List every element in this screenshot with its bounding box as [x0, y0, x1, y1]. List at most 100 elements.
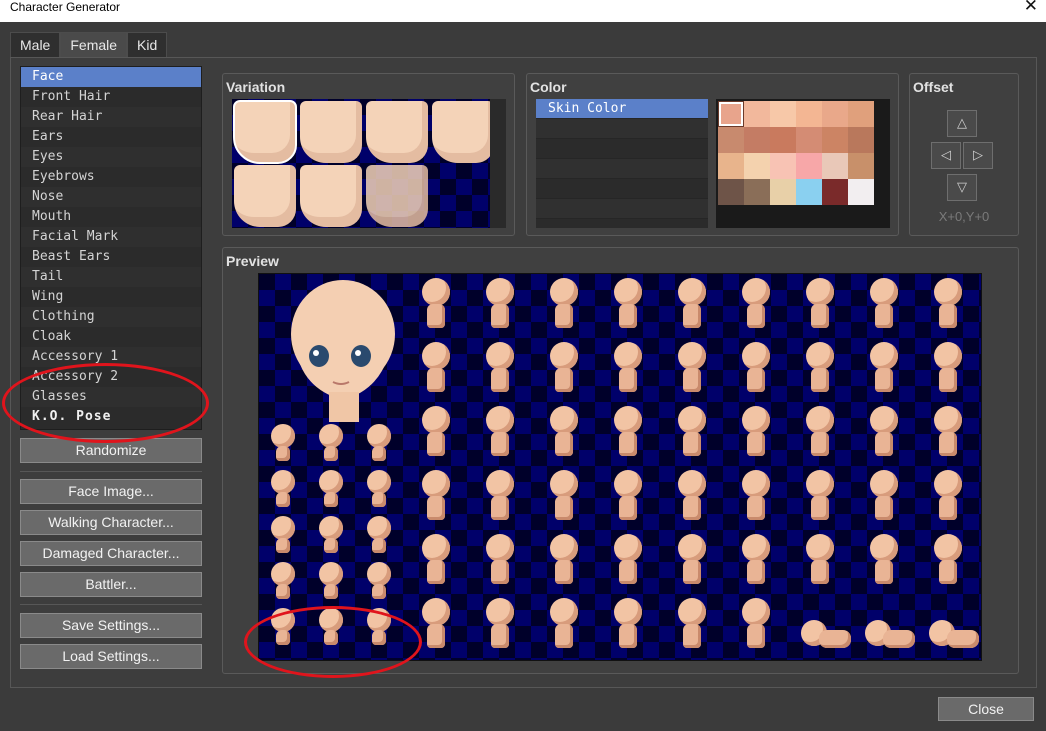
- character-sprite: [419, 598, 453, 652]
- variation-option[interactable]: [366, 165, 428, 227]
- character-sprite: [803, 342, 837, 396]
- offset-readout: X+0,Y+0: [938, 209, 990, 224]
- offset-down-icon[interactable]: ▽: [947, 174, 977, 201]
- color-swatch[interactable]: [848, 153, 874, 179]
- close-window-icon[interactable]: ✕: [1024, 0, 1038, 15]
- face-portrait: [291, 280, 395, 422]
- character-sprite: [795, 618, 853, 652]
- variation-option[interactable]: [366, 101, 428, 163]
- character-sprite: [675, 598, 709, 652]
- character-sprite: [923, 618, 981, 652]
- variation-scrollbar[interactable]: [490, 99, 506, 228]
- character-sprite: [931, 342, 965, 396]
- damaged-character-button[interactable]: Damaged Character...: [20, 541, 202, 566]
- color-swatch[interactable]: [744, 101, 770, 127]
- parts-item-eyes[interactable]: Eyes: [21, 147, 201, 167]
- parts-item-mouth[interactable]: Mouth: [21, 207, 201, 227]
- color-swatch[interactable]: [770, 101, 796, 127]
- tab-kid[interactable]: Kid: [127, 32, 168, 57]
- face-image-button[interactable]: Face Image...: [20, 479, 202, 504]
- color-part-list[interactable]: Skin Color: [536, 99, 708, 228]
- character-sprite: [675, 406, 709, 460]
- character-sprite: [419, 342, 453, 396]
- color-swatch[interactable]: [744, 179, 770, 205]
- close-button[interactable]: Close: [938, 697, 1034, 721]
- character-sprite: [317, 562, 345, 602]
- parts-item-clothing[interactable]: Clothing: [21, 307, 201, 327]
- character-sprite: [675, 470, 709, 524]
- offset-right-icon[interactable]: ▷: [963, 142, 993, 169]
- color-swatch[interactable]: [822, 153, 848, 179]
- character-sprite: [483, 470, 517, 524]
- parts-item-beast-ears[interactable]: Beast Ears: [21, 247, 201, 267]
- character-sprite: [483, 406, 517, 460]
- parts-item-nose[interactable]: Nose: [21, 187, 201, 207]
- color-swatch[interactable]: [770, 179, 796, 205]
- list-item: [536, 119, 708, 139]
- color-swatch[interactable]: [744, 153, 770, 179]
- list-item: [536, 179, 708, 199]
- character-sprite: [739, 278, 773, 332]
- color-swatch[interactable]: [822, 127, 848, 153]
- character-sprite: [739, 342, 773, 396]
- tab-female[interactable]: Female: [60, 32, 128, 57]
- parts-item-facial-mark[interactable]: Facial Mark: [21, 227, 201, 247]
- variation-option[interactable]: [300, 101, 362, 163]
- color-swatch[interactable]: [848, 179, 874, 205]
- variation-option[interactable]: [432, 101, 494, 163]
- list-item: [536, 139, 708, 159]
- variation-option[interactable]: [233, 100, 297, 164]
- character-sprite: [739, 470, 773, 524]
- window-title: Character Generator: [10, 0, 121, 14]
- parts-item-cloak[interactable]: Cloak: [21, 327, 201, 347]
- color-swatch[interactable]: [796, 179, 822, 205]
- character-sprite: [269, 516, 297, 556]
- save-settings-button[interactable]: Save Settings...: [20, 613, 202, 638]
- color-swatch[interactable]: [770, 153, 796, 179]
- parts-item-ears[interactable]: Ears: [21, 127, 201, 147]
- load-settings-button[interactable]: Load Settings...: [20, 644, 202, 669]
- parts-item-wing[interactable]: Wing: [21, 287, 201, 307]
- character-sprite: [931, 534, 965, 588]
- color-swatch[interactable]: [822, 179, 848, 205]
- walking-character-button[interactable]: Walking Character...: [20, 510, 202, 535]
- color-swatch[interactable]: [848, 127, 874, 153]
- color-swatch[interactable]: [848, 101, 874, 127]
- battler-button[interactable]: Battler...: [20, 572, 202, 597]
- character-sprite: [931, 406, 965, 460]
- variation-panel: Variation: [222, 73, 515, 236]
- parts-item-eyebrows[interactable]: Eyebrows: [21, 167, 201, 187]
- gender-tabs: Male Female Kid: [10, 32, 168, 57]
- parts-item-rear-hair[interactable]: Rear Hair: [21, 107, 201, 127]
- character-sprite: [867, 470, 901, 524]
- offset-left-icon[interactable]: ◁: [931, 142, 961, 169]
- variation-option[interactable]: [300, 165, 362, 227]
- tab-male[interactable]: Male: [10, 32, 61, 57]
- color-swatch[interactable]: [718, 101, 744, 127]
- color-swatch[interactable]: [770, 127, 796, 153]
- character-sprite: [483, 342, 517, 396]
- color-swatch[interactable]: [822, 101, 848, 127]
- color-swatch[interactable]: [718, 179, 744, 205]
- character-sprite: [547, 406, 581, 460]
- preview-canvas: [258, 273, 982, 661]
- parts-item-face[interactable]: Face: [21, 67, 201, 87]
- color-swatch[interactable]: [796, 127, 822, 153]
- color-swatch[interactable]: [744, 127, 770, 153]
- color-item-skin[interactable]: Skin Color: [536, 99, 708, 119]
- character-sprite: [419, 534, 453, 588]
- character-sprite: [867, 406, 901, 460]
- variation-option[interactable]: [234, 165, 296, 227]
- color-swatch[interactable]: [718, 127, 744, 153]
- parts-item-tail[interactable]: Tail: [21, 267, 201, 287]
- character-sprite: [547, 470, 581, 524]
- character-sprite: [269, 424, 297, 464]
- offset-up-icon[interactable]: △: [947, 110, 977, 137]
- character-sprite: [419, 278, 453, 332]
- color-swatch[interactable]: [796, 101, 822, 127]
- color-swatch[interactable]: [718, 153, 744, 179]
- color-swatch[interactable]: [796, 153, 822, 179]
- parts-item-front-hair[interactable]: Front Hair: [21, 87, 201, 107]
- color-panel: Color Skin Color: [526, 73, 899, 236]
- preview-title: Preview: [226, 253, 279, 269]
